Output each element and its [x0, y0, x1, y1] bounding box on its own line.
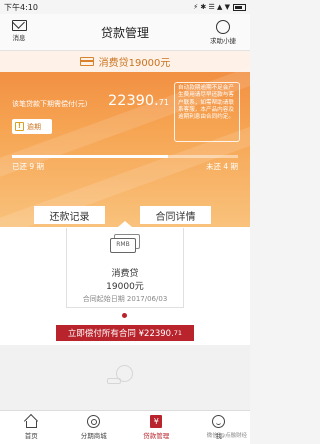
- repayment-progress: [12, 155, 238, 158]
- nav-bar: 消息 贷款管理 求助小捷: [0, 14, 250, 51]
- status-icons: ⚡ ✱ ☰ ▲ ▼: [193, 3, 246, 11]
- home-icon: [25, 421, 37, 428]
- tab-mall-label: 分期商城: [80, 432, 107, 440]
- status-icons-text: ⚡ ✱ ☰ ▲ ▼: [193, 3, 230, 11]
- due-amount: 22390.71: [108, 93, 169, 109]
- pay-all-cents: 71: [173, 329, 183, 337]
- tab-home[interactable]: 首页: [0, 411, 63, 444]
- loan-card-section: RMB 消费贷 19000元 合同起始日期 2017/06/03 立即偿付所有合…: [0, 227, 250, 345]
- coins-icon: [107, 378, 121, 384]
- card-icon: [79, 57, 94, 66]
- unpaid-periods: 未还 4 期: [205, 162, 238, 171]
- watermark: 微信 @点融财经: [206, 433, 247, 439]
- assistant-icon: [216, 20, 230, 34]
- status-bar: 下午4:10 ⚡ ✱ ☰ ▲ ▼: [0, 0, 250, 14]
- repayment-records-button[interactable]: 还款记录: [34, 206, 105, 224]
- pay-all-button[interactable]: 立即偿付所有合同 ¥22390. 71: [56, 325, 194, 341]
- status-time: 下午4:10: [4, 2, 38, 12]
- page-indicator-dot: [122, 313, 127, 318]
- tab-loan-label: 贷款管理: [143, 432, 170, 440]
- due-amount-cents: 71: [158, 98, 169, 107]
- contract-details-button[interactable]: 合同详情: [140, 206, 211, 224]
- loan-amount: 19000元: [106, 282, 144, 292]
- help-label: 求助小捷: [210, 37, 236, 45]
- battery-icon: [233, 3, 246, 11]
- banknote-icon: RMB: [110, 238, 136, 253]
- loan-header-bar: 消费贷19000元: [0, 51, 250, 72]
- repayment-progress-fill: [12, 155, 168, 158]
- tab-mall[interactable]: 分期商城: [63, 411, 126, 444]
- tab-me[interactable]: 我: [188, 411, 251, 444]
- paid-periods: 已还 9 期: [12, 162, 45, 171]
- empty-area: [0, 345, 250, 410]
- loan-summary-panel: 消费贷19000元 该笔贷款下期需偿付(元) 22390.71 ! 逾期 自动款…: [0, 51, 250, 227]
- overdue-notice: 自动款期逾期不足会产生费用请尽早还款与客户联系，如需帮助请联系客服，本产品内容及…: [174, 82, 240, 142]
- contract-start-date: 合同起始日期 2017/06/03: [82, 295, 168, 303]
- tab-loan-management[interactable]: ¥ 贷款管理: [125, 411, 188, 444]
- help-button[interactable]: 求助小捷: [200, 20, 246, 45]
- loan-icon: ¥: [150, 415, 163, 428]
- loan-header-text: 消费贷19000元: [98, 58, 171, 69]
- loan-name: 消费贷: [111, 269, 139, 279]
- mall-icon: [87, 415, 101, 428]
- overdue-badge: ! 逾期: [12, 119, 52, 134]
- due-amount-main: 22390.: [108, 93, 159, 109]
- pay-all-main: 立即偿付所有合同 ¥22390.: [67, 329, 174, 339]
- warning-icon: !: [15, 122, 24, 131]
- due-label: 该笔贷款下期需偿付(元): [12, 100, 88, 108]
- overdue-label: 逾期: [27, 122, 41, 131]
- me-icon: [212, 415, 226, 428]
- tab-home-label: 首页: [24, 432, 38, 440]
